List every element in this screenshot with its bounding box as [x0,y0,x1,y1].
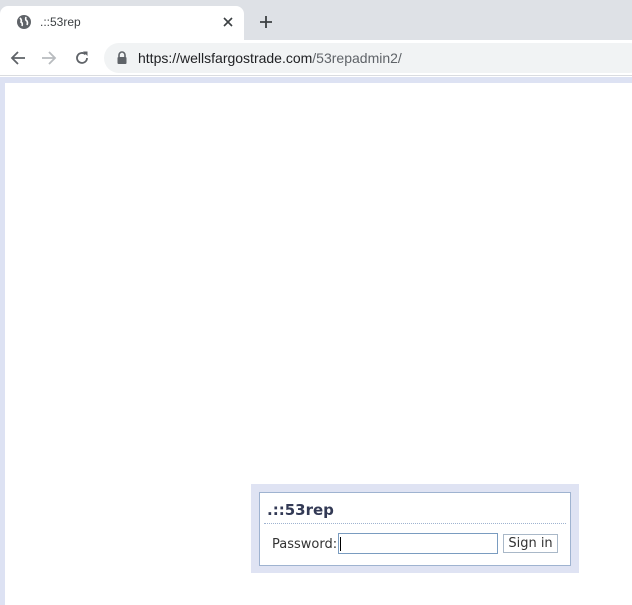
login-box: .::53rep Password: Sign in [259,492,571,566]
password-field[interactable] [338,533,498,554]
tab-strip: .::53rep [0,0,632,40]
url-path: /53repadmin2/ [312,50,402,66]
back-arrow-icon[interactable] [7,47,29,69]
browser-toolbar: https://wellsfargostrade.com/53repadmin2… [0,40,632,76]
login-title: .::53rep [267,501,334,519]
reload-icon[interactable] [71,47,93,69]
sign-in-button[interactable]: Sign in [503,534,558,553]
forward-arrow-icon[interactable] [38,47,60,69]
url-host: https://wellsfargostrade.com [138,50,313,66]
url-text: https://wellsfargostrade.com/53repadmin2… [138,50,402,66]
text-caret [340,537,341,551]
browser-tab[interactable]: .::53rep [0,6,244,40]
divider [264,523,566,524]
page-frame: .::53rep Password: Sign in [0,77,632,605]
login-panel: .::53rep Password: Sign in [251,484,579,573]
page-content: .::53rep Password: Sign in [5,83,632,605]
close-icon[interactable] [219,13,237,31]
lock-icon [116,51,128,65]
new-tab-icon[interactable] [256,12,276,32]
tab-title: .::53rep [40,15,81,29]
address-bar[interactable]: https://wellsfargostrade.com/53repadmin2… [104,43,632,73]
globe-icon [16,14,32,30]
password-label: Password: [272,537,338,552]
